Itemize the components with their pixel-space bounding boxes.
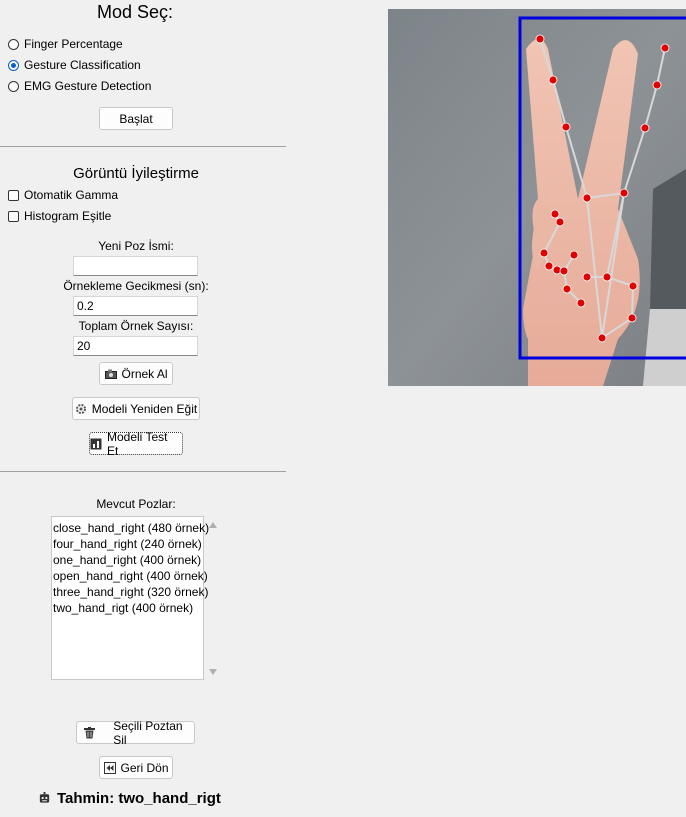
retrain-model-label: Modeli Yeniden Eğit <box>91 401 198 416</box>
delete-pose-label: Seçili Poztan Sil <box>113 718 183 747</box>
list-item[interactable]: three_hand_right (320 örnek) <box>52 584 208 600</box>
samples-input[interactable]: 20 <box>73 336 198 356</box>
chart-icon <box>90 438 103 450</box>
poses-listbox[interactable]: close_hand_right (480 örnek) four_hand_r… <box>51 516 209 680</box>
test-model-label: Modeli Test Et <box>106 429 168 458</box>
radio-finger-percentage[interactable]: Finger Percentage <box>8 35 123 53</box>
radio-label: Finger Percentage <box>24 37 123 51</box>
delay-input[interactable]: 0.2 <box>73 296 198 316</box>
back-label: Geri Dön <box>120 760 169 775</box>
radio-label: Gesture Classification <box>24 58 141 72</box>
checkbox-box[interactable] <box>8 189 19 201</box>
scroll-up-arrow-icon[interactable] <box>208 521 218 529</box>
radio-indicator[interactable] <box>8 80 19 92</box>
test-model-button[interactable]: Modeli Test Et <box>89 429 183 458</box>
new-pose-input[interactable] <box>73 256 198 276</box>
trash-icon <box>83 726 95 739</box>
radio-gesture-classification[interactable]: Gesture Classification <box>8 56 141 74</box>
gear-icon <box>75 403 88 415</box>
list-item[interactable]: close_hand_right (480 örnek) <box>52 520 209 536</box>
radio-label: EMG Gesture Detection <box>24 79 152 93</box>
rewind-icon <box>103 761 116 774</box>
samples-label: Toplam Örnek Sayısı: <box>78 319 194 333</box>
retrain-model-button[interactable]: Modeli Yeniden Eğit <box>72 397 200 420</box>
separator <box>0 471 286 472</box>
histogram-eq-checkbox[interactable]: Histogram Eşitle <box>8 207 111 225</box>
take-sample-button[interactable]: Örnek Al <box>99 362 173 385</box>
prediction-display: Tahmin: two_hand_rigt <box>38 788 221 808</box>
prediction-text: Tahmin: two_hand_rigt <box>57 789 221 807</box>
delay-label: Örnekleme Gecikmesi (sn): <box>63 279 209 293</box>
camera-image <box>388 9 686 386</box>
radio-indicator[interactable] <box>8 38 19 50</box>
scroll-down-arrow-icon[interactable] <box>208 668 218 676</box>
checkbox-label: Otomatik Gamma <box>24 188 119 202</box>
radio-emg-gesture-detection[interactable]: EMG Gesture Detection <box>8 77 151 95</box>
camera-feed <box>388 9 686 386</box>
checkbox-box[interactable] <box>8 210 19 222</box>
checkbox-label: Histogram Eşitle <box>24 209 112 223</box>
robot-icon <box>38 791 51 804</box>
enhance-title: Görüntü İyileştirme <box>73 165 199 182</box>
mode-title: Mod Seç: <box>96 2 174 22</box>
auto-gamma-checkbox[interactable]: Otomatik Gamma <box>8 186 118 204</box>
poses-label: Mevcut Pozlar: <box>96 497 176 511</box>
camera-icon <box>104 368 117 380</box>
take-sample-label: Örnek Al <box>121 366 168 381</box>
back-button[interactable]: Geri Dön <box>99 756 173 779</box>
separator <box>0 146 286 147</box>
list-item[interactable]: two_hand_rigt (400 örnek) <box>52 600 203 616</box>
radio-indicator[interactable] <box>8 59 19 71</box>
list-item[interactable]: open_hand_right (400 örnek) <box>52 568 208 584</box>
list-item[interactable]: one_hand_right (400 örnek) <box>52 552 203 568</box>
new-pose-label: Yeni Poz İsmi: <box>98 239 174 253</box>
start-button[interactable]: Başlat <box>99 107 173 130</box>
delete-pose-button[interactable]: Seçili Poztan Sil <box>76 718 195 747</box>
list-item[interactable]: four_hand_right (240 örnek) <box>52 536 203 552</box>
